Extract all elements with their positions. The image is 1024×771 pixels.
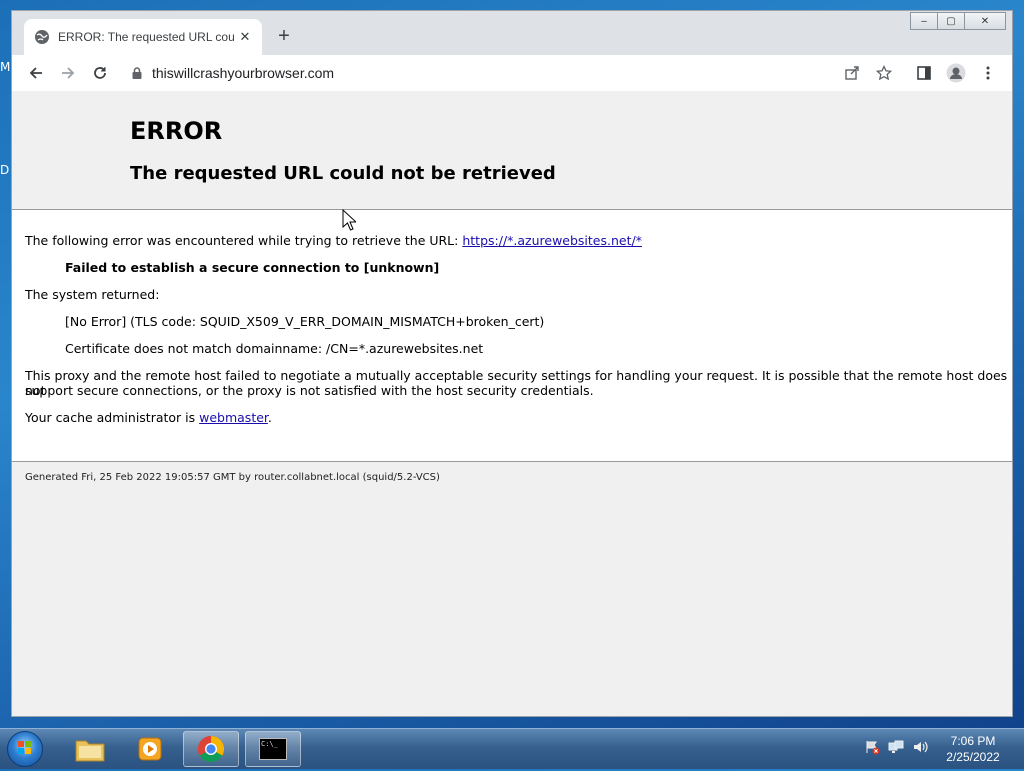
cmd-icon: C:\_ bbox=[259, 738, 287, 760]
profile-avatar-icon bbox=[946, 63, 966, 83]
tls-error-code: [No Error] (TLS code: SQUID_X509_V_ERR_D… bbox=[65, 314, 545, 329]
back-button[interactable] bbox=[26, 63, 46, 83]
system-tray bbox=[864, 739, 928, 755]
divider-bottom bbox=[12, 461, 1012, 462]
reload-icon bbox=[94, 67, 106, 79]
page-title: ERROR bbox=[130, 117, 223, 145]
globe-icon bbox=[35, 30, 49, 44]
webmaster-link[interactable]: webmaster bbox=[199, 410, 268, 425]
profile-button[interactable] bbox=[946, 63, 966, 83]
window-controls: ‒ ▢ ✕ bbox=[910, 12, 1006, 30]
desktop-icon-label-m[interactable]: M bbox=[0, 60, 10, 74]
chrome-logo-icon bbox=[197, 735, 225, 763]
page-subtitle: The requested URL could not be retrieved bbox=[130, 163, 556, 184]
folder-icon bbox=[75, 740, 105, 762]
taskbar-media-player[interactable] bbox=[122, 731, 178, 767]
side-panel-button[interactable] bbox=[914, 63, 934, 83]
tab-title: ERROR: The requested URL could not be re… bbox=[58, 30, 234, 44]
media-player-icon bbox=[138, 737, 162, 761]
tab-close-icon[interactable]: ✕ bbox=[238, 29, 252, 45]
system-returned-label: The system returned: bbox=[25, 287, 160, 302]
network-icon[interactable] bbox=[888, 739, 904, 755]
generated-footer: Generated Fri, 25 Feb 2022 19:05:57 GMT … bbox=[25, 472, 440, 483]
intro-paragraph: The following error was encountered whil… bbox=[25, 233, 642, 248]
failure-message: Failed to establish a secure connection … bbox=[65, 260, 440, 275]
action-center-flag-icon[interactable] bbox=[864, 739, 880, 755]
share-button[interactable] bbox=[842, 63, 862, 83]
windows-logo-icon bbox=[18, 741, 31, 754]
close-window-button[interactable]: ✕ bbox=[964, 12, 1006, 30]
start-button[interactable] bbox=[7, 731, 43, 767]
browser-toolbar: thiswillcrashyourbrowser.com bbox=[12, 55, 1012, 92]
back-arrow-icon bbox=[29, 67, 42, 79]
kebab-menu-icon bbox=[986, 66, 990, 80]
admin-suffix: . bbox=[267, 410, 272, 425]
minimize-button[interactable]: ‒ bbox=[910, 12, 938, 30]
explanation-line-2: support secure connections, or the proxy… bbox=[25, 383, 594, 398]
chrome-menu-button[interactable] bbox=[978, 63, 998, 83]
admin-paragraph: Your cache administrator is webmaster. bbox=[25, 410, 272, 425]
certificate-mismatch: Certificate does not match domainname: /… bbox=[65, 341, 484, 356]
mouse-cursor-icon bbox=[342, 209, 356, 231]
taskbar-chrome[interactable] bbox=[183, 731, 239, 767]
taskbar-explorer[interactable] bbox=[62, 731, 118, 767]
forward-arrow-icon bbox=[62, 67, 75, 79]
share-icon bbox=[845, 66, 859, 80]
requested-url-link[interactable]: https://*.azurewebsites.net/* bbox=[462, 233, 642, 248]
lock-icon[interactable] bbox=[130, 66, 144, 80]
admin-text: Your cache administrator is bbox=[25, 410, 200, 425]
intro-text: The following error was encountered whil… bbox=[25, 233, 463, 248]
clock-date: 2/25/2022 bbox=[946, 750, 1000, 764]
taskbar-clock[interactable]: 7:06 PM 2/25/2022 bbox=[940, 733, 1006, 765]
bookmark-button[interactable] bbox=[874, 63, 894, 83]
page-content: ERROR The requested URL could not be ret… bbox=[12, 91, 1012, 716]
clock-time: 7:06 PM bbox=[950, 734, 996, 748]
new-tab-button[interactable]: + bbox=[274, 24, 294, 48]
tab-error-page[interactable]: ERROR: The requested URL could not be re… bbox=[24, 19, 262, 55]
url-text[interactable]: thiswillcrashyourbrowser.com bbox=[152, 65, 334, 81]
maximize-button[interactable]: ▢ bbox=[937, 12, 965, 30]
star-icon bbox=[876, 65, 892, 81]
reload-button[interactable] bbox=[90, 63, 110, 83]
volume-icon[interactable] bbox=[912, 739, 928, 755]
chrome-window: ‒ ▢ ✕ ERROR: The requested URL could not… bbox=[11, 10, 1013, 717]
desktop-icon-label-d[interactable]: D bbox=[0, 163, 9, 177]
forward-button[interactable] bbox=[58, 63, 78, 83]
error-details: The following error was encountered whil… bbox=[12, 210, 1012, 461]
taskbar-command-prompt[interactable]: C:\_ bbox=[245, 731, 301, 767]
address-bar[interactable]: thiswillcrashyourbrowser.com bbox=[122, 58, 902, 88]
taskbar: C:\_ 7:06 PM 2/25/2022 bbox=[0, 728, 1024, 769]
side-panel-icon bbox=[917, 66, 931, 80]
